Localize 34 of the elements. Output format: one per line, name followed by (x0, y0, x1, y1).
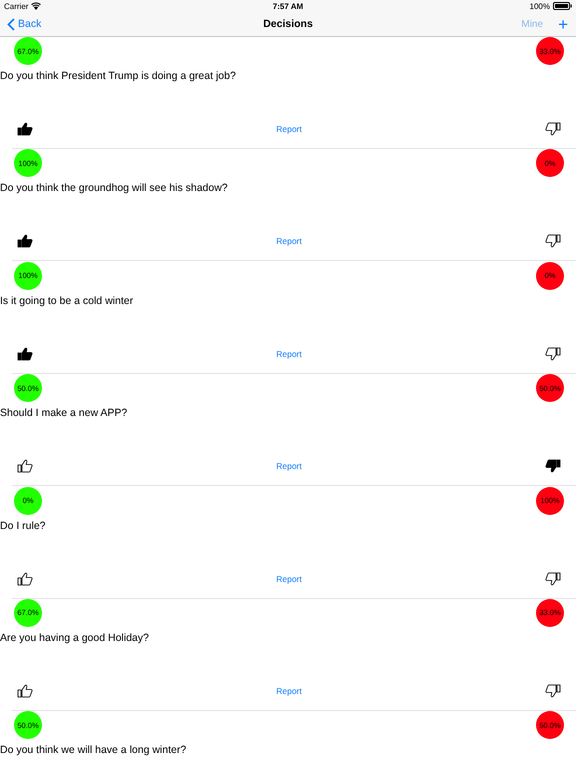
question-text: Do I rule? (0, 518, 47, 534)
back-button[interactable]: Back (7, 18, 42, 30)
report-link[interactable]: Report (276, 236, 302, 246)
report-link[interactable]: Report (276, 348, 302, 359)
thumbs-down-button[interactable] (544, 122, 561, 136)
carrier-label: Carrier (4, 2, 28, 10)
question-text: Are you having a good Holiday? (0, 630, 150, 646)
battery-percent: 100% (530, 2, 550, 10)
thumbs-up-button[interactable] (17, 234, 33, 248)
question-text: Do you think the groundhog will see his shadow? (0, 181, 229, 196)
thumbs-down-button[interactable] (544, 459, 561, 474)
status-time: 7:57 AM (272, 2, 304, 10)
thumbs-down-button[interactable] (544, 346, 561, 361)
question-text: Is it going to be a cold winter (0, 294, 134, 309)
thumbs-down-button[interactable] (544, 684, 561, 698)
nav-title: Decisions (263, 18, 313, 30)
thumbs-up-button[interactable] (17, 459, 33, 474)
wifi-icon (31, 2, 42, 10)
question-text: Do you think we will have a long winter? (0, 743, 188, 758)
thumbs-up-button[interactable] (17, 572, 33, 586)
report-link[interactable]: Report (276, 574, 302, 584)
thumbs-down-button[interactable] (544, 234, 561, 248)
battery-icon (553, 2, 572, 10)
chevron-left-icon (7, 18, 15, 30)
question-text: Do you think President Trump is doing a great job? (0, 69, 237, 84)
thumbs-up-button[interactable] (17, 122, 33, 136)
question-text: Should I make a new APP? (0, 406, 128, 422)
thumbs-up-button[interactable] (17, 684, 33, 698)
add-button[interactable]: + (558, 16, 568, 32)
report-link[interactable]: Report (276, 461, 302, 472)
report-link[interactable]: Report (276, 124, 302, 134)
thumbs-up-button[interactable] (17, 346, 33, 361)
thumbs-down-button[interactable] (544, 572, 561, 586)
report-link[interactable]: Report (276, 686, 302, 696)
